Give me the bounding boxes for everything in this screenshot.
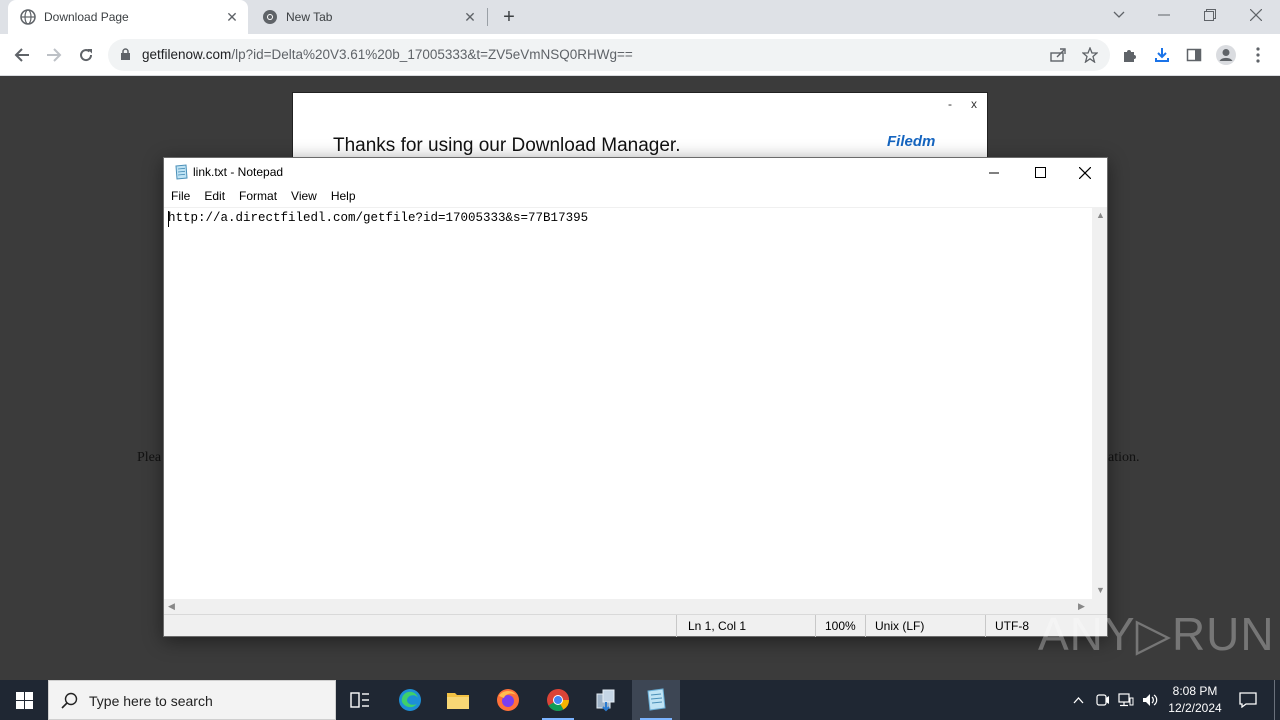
banner-text: Thanks for using our Download Manager. (333, 135, 681, 156)
notepad-app-icon (173, 164, 189, 180)
menu-file[interactable]: File (164, 187, 197, 207)
windows-start-icon[interactable] (0, 680, 48, 720)
notification-center-icon[interactable] (1236, 680, 1260, 720)
clock-date: 12/2/2024 (1168, 701, 1222, 715)
volume-icon[interactable] (1140, 680, 1160, 720)
tray-overflow-chevron-icon[interactable] (1068, 680, 1088, 720)
notepad-minimize-icon[interactable] (971, 158, 1017, 187)
chrome-icon (262, 9, 278, 25)
browser-toolbar: getfilenow.com/lp?id=Delta%20V3.61%20b_1… (0, 34, 1280, 76)
menu-view[interactable]: View (284, 187, 324, 207)
status-position: Ln 1, Col 1 (688, 619, 747, 633)
status-divider (676, 615, 677, 637)
banner-minimize-button[interactable]: - (948, 97, 952, 111)
tab-title: Download Page (44, 10, 129, 24)
search-icon (61, 692, 78, 714)
restore-icon[interactable] (1188, 0, 1232, 30)
profile-avatar-icon[interactable] (1214, 43, 1238, 67)
menu-edit[interactable]: Edit (197, 187, 232, 207)
scroll-down-icon[interactable]: ▼ (1096, 585, 1105, 595)
chrome-menu-icon[interactable] (1246, 43, 1270, 67)
tab-separator (487, 8, 488, 26)
forward-icon[interactable] (42, 43, 66, 67)
globe-icon (20, 9, 36, 25)
browser-tab-strip: Download Page ✕ New Tab ✕ + (0, 0, 1280, 34)
taskbar-clock[interactable]: 8:08 PM 12/2/2024 (1160, 683, 1230, 717)
filedm-logo: Filedm (887, 133, 936, 150)
url-text: getfilenow.com/lp?id=Delta%20V3.61%20b_1… (142, 47, 633, 62)
notepad-title: link.txt - Notepad (193, 165, 284, 179)
address-bar[interactable]: getfilenow.com/lp?id=Delta%20V3.61%20b_1… (108, 39, 1110, 71)
status-zoom: 100% (825, 619, 856, 633)
bookmark-star-icon[interactable] (1078, 43, 1102, 67)
tab-search-icon[interactable] (1097, 0, 1141, 30)
notepad-taskbar-icon[interactable] (632, 680, 680, 720)
scroll-left-icon[interactable]: ◀ (168, 601, 175, 612)
menu-format[interactable]: Format (232, 187, 284, 207)
status-divider (985, 615, 986, 637)
downloads-icon[interactable] (1150, 43, 1174, 67)
horizontal-scrollbar[interactable]: ◀ ▶ (164, 599, 1092, 614)
reload-icon[interactable] (74, 43, 98, 67)
meet-now-icon[interactable] (1094, 680, 1112, 720)
notepad-close-icon[interactable] (1062, 158, 1108, 187)
side-panel-icon[interactable] (1182, 43, 1206, 67)
menu-help[interactable]: Help (324, 187, 363, 207)
close-window-icon[interactable] (1234, 0, 1278, 30)
notepad-text-area[interactable]: http://a.directfiledl.com/getfile?id=170… (164, 207, 1092, 599)
status-divider (815, 615, 816, 637)
scroll-up-icon[interactable]: ▲ (1096, 210, 1105, 220)
download-manager-banner: - x Thanks for using our Download Manage… (292, 92, 988, 162)
minimize-icon[interactable] (1142, 0, 1186, 30)
back-icon[interactable] (10, 43, 34, 67)
status-line-ending: Unix (LF) (875, 619, 925, 633)
url-path: /lp?id=Delta%20V3.61%20b_17005333&t=ZV5e… (231, 47, 633, 62)
notepad-maximize-icon[interactable] (1017, 158, 1063, 187)
status-encoding: UTF-8 (995, 619, 1029, 633)
tab-new-tab[interactable]: New Tab ✕ (250, 0, 486, 34)
firefox-icon[interactable] (484, 680, 532, 720)
status-divider (865, 615, 866, 637)
notepad-menubar: File Edit Format View Help (164, 187, 1107, 207)
notepad-window: link.txt - Notepad File Edit Format View… (163, 157, 1108, 637)
lock-icon (120, 48, 131, 66)
notepad-titlebar[interactable]: link.txt - Notepad (164, 158, 1107, 187)
edge-icon[interactable] (386, 680, 434, 720)
anyrun-watermark: ANY▷RUN (1038, 608, 1275, 660)
vertical-scrollbar[interactable]: ▲ ▼ (1092, 207, 1107, 599)
page-text-right: ation. (1108, 450, 1140, 465)
task-view-icon[interactable] (336, 680, 384, 720)
tab-close-icon[interactable]: ✕ (222, 7, 242, 27)
show-desktop-button[interactable] (1274, 680, 1275, 720)
notepad-statusbar: Ln 1, Col 1 100% Unix (LF) UTF-8 (164, 614, 1107, 637)
text-caret (168, 211, 169, 227)
network-icon[interactable] (1116, 680, 1136, 720)
tab-download-page[interactable]: Download Page ✕ (8, 0, 248, 34)
clock-time: 8:08 PM (1172, 684, 1218, 698)
url-domain: getfilenow.com (142, 47, 232, 62)
installer-app-icon[interactable] (582, 680, 630, 720)
new-tab-button[interactable]: + (498, 6, 520, 28)
tab-title: New Tab (286, 10, 333, 24)
page-text-left: Plea (137, 450, 162, 465)
chrome-taskbar-icon[interactable] (534, 680, 582, 720)
windows-taskbar: Type here to search 8:08 PM 12/2/2024 (0, 680, 1280, 720)
share-icon[interactable] (1046, 43, 1070, 67)
taskbar-search-box[interactable]: Type here to search (48, 680, 336, 720)
file-explorer-icon[interactable] (434, 680, 482, 720)
search-placeholder: Type here to search (89, 693, 213, 709)
banner-close-button[interactable]: x (971, 97, 977, 111)
tab-close-icon[interactable]: ✕ (460, 7, 480, 27)
notepad-content: http://a.directfiledl.com/getfile?id=170… (168, 211, 589, 225)
extensions-puzzle-icon[interactable] (1118, 43, 1142, 67)
